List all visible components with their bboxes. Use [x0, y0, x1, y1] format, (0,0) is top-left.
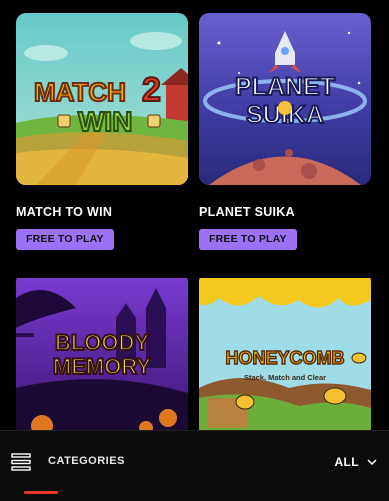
game-thumbnail[interactable]: BLOODY MEMORY	[16, 272, 188, 432]
game-thumbnail[interactable]: PLANET SUIKA	[199, 13, 371, 185]
honeycomb-artwork: HONEYCOMB Stack, Match and Clear	[199, 278, 371, 432]
bloody-memory-artwork: BLOODY MEMORY	[16, 278, 188, 432]
honeycomb-logo-text: HONEYCOMB	[225, 348, 344, 368]
bottom-category-bar: CATEGORIES ALL	[0, 430, 389, 501]
game-thumbnail[interactable]: MATCH 2 WIN	[16, 13, 188, 185]
game-title[interactable]: MATCH TO WIN	[16, 205, 112, 219]
active-tab-indicator	[24, 491, 58, 494]
game-card-honeycomb[interactable]: HONEYCOMB Stack, Match and Clear	[199, 272, 371, 432]
chevron-down-icon	[367, 459, 377, 466]
categories-label[interactable]: CATEGORIES	[48, 455, 125, 467]
match-logo-text: MATCH	[34, 77, 126, 107]
game-thumbnail[interactable]: HONEYCOMB Stack, Match and Clear	[199, 272, 371, 432]
game-card-bloody-memory[interactable]: BLOODY MEMORY	[16, 272, 188, 432]
game-title[interactable]: PLANET SUIKA	[199, 205, 295, 219]
planet-logo-text: PLANET	[235, 73, 335, 101]
match-to-win-artwork: MATCH 2 WIN	[16, 13, 188, 185]
category-filter-dropdown[interactable]: ALL	[334, 451, 377, 473]
planet-suika-artwork: PLANET SUIKA	[199, 13, 371, 185]
categories-list-icon[interactable]	[11, 452, 31, 472]
game-card-planet-suika[interactable]: PLANET SUIKA PLANET SUIKA FREE TO PLAY	[199, 13, 371, 253]
free-to-play-badge[interactable]: FREE TO PLAY	[16, 229, 114, 250]
game-card-match-to-win[interactable]: MATCH 2 WIN MATCH TO WIN FREE TO PLAY	[16, 13, 188, 253]
match-logo-number: 2	[142, 71, 161, 109]
win-logo-text: WIN	[78, 106, 132, 137]
memory-logo-text: MEMORY	[53, 354, 152, 379]
bloody-logo-text: BLOODY	[55, 330, 149, 355]
filter-value: ALL	[334, 455, 359, 469]
free-to-play-badge[interactable]: FREE TO PLAY	[199, 229, 297, 250]
honeycomb-tagline: Stack, Match and Clear	[244, 373, 326, 382]
